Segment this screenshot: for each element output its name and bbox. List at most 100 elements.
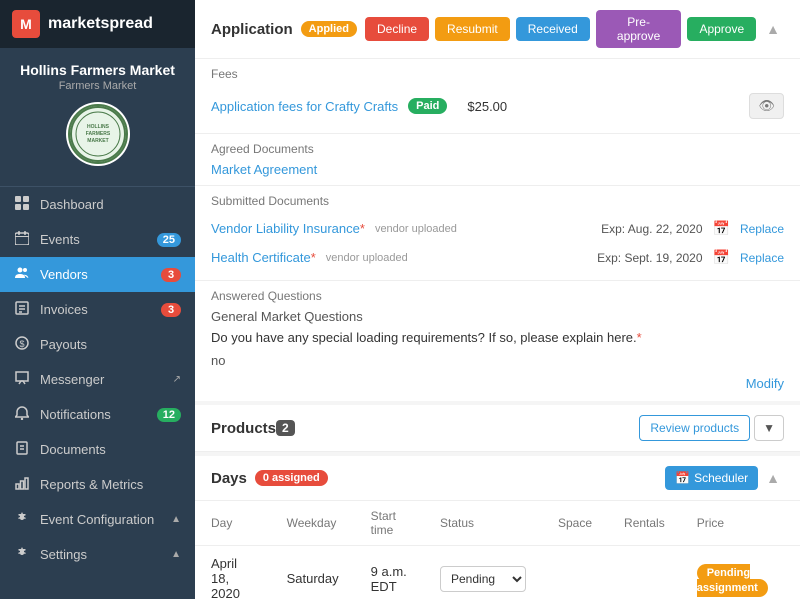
days-collapse-button[interactable]: ▲ <box>762 470 784 486</box>
documents-label: Documents <box>40 442 181 457</box>
answer-text: no <box>211 349 784 372</box>
messenger-label: Messenger <box>40 372 163 387</box>
reports-icon <box>14 476 30 493</box>
fees-label: Fees <box>211 67 784 81</box>
svg-text:$: $ <box>19 339 24 349</box>
sidebar-item-notifications[interactable]: Notifications 12 <box>0 397 195 432</box>
row-price: Pending assignment <box>681 546 800 599</box>
col-day: Day <box>195 501 271 546</box>
sidebar-item-events[interactable]: Events 25 <box>0 222 195 257</box>
fee-name-link[interactable]: Application fees for Crafty Crafts <box>211 99 398 114</box>
sidebar: M marketspread Hollins Farmers Market Fa… <box>0 0 195 599</box>
row-status: Pending Approved Declined <box>424 546 542 599</box>
sidebar-header: M marketspread <box>0 0 195 48</box>
decline-button[interactable]: Decline <box>365 17 429 41</box>
dashboard-label: Dashboard <box>40 197 181 212</box>
settings-label: Settings <box>40 547 161 562</box>
col-rentals: Rentals <box>608 501 681 546</box>
scheduler-button[interactable]: 📅 Scheduler <box>665 466 758 490</box>
svg-text:HOLLINS: HOLLINS <box>87 124 110 130</box>
question-text: Do you have any special loading requirem… <box>211 330 784 345</box>
vendors-label: Vendors <box>40 267 151 282</box>
market-subtitle: Farmers Market <box>12 80 183 92</box>
col-weekday: Weekday <box>271 501 355 546</box>
application-section: Application Applied Decline Resubmit Rec… <box>195 0 800 401</box>
sidebar-item-event-config[interactable]: Event Configuration ▲ <box>0 502 195 537</box>
submitted-docs-label: Submitted Documents <box>211 194 784 208</box>
event-config-label: Event Configuration <box>40 512 161 527</box>
payouts-label: Payouts <box>40 337 181 352</box>
sidebar-item-invoices[interactable]: Invoices 3 <box>0 292 195 327</box>
application-actions: Decline Resubmit Received Pre-approve Ap… <box>365 10 784 48</box>
fees-section: Fees Application fees for Crafty Crafts … <box>195 59 800 134</box>
row-day: April 18, 2020 <box>195 546 271 599</box>
answered-questions-label: Answered Questions <box>211 289 784 303</box>
market-agreement-link[interactable]: Market Agreement <box>211 162 317 177</box>
questions-group-label: General Market Questions <box>211 309 784 324</box>
days-section: Days 0 assigned 📅 Scheduler ▲ Day Weekda… <box>195 456 800 599</box>
vendors-badge: 3 <box>161 268 181 282</box>
pending-assignment-badge: Pending assignment <box>697 564 768 597</box>
col-status: Status <box>424 501 542 546</box>
calendar-icon-0[interactable]: 📅 <box>713 220 730 237</box>
application-title: Application <box>211 21 293 38</box>
table-row: April 18, 2020 Saturday 9 a.m. EDT Pendi… <box>195 546 800 599</box>
review-products-button[interactable]: Review products <box>639 415 750 441</box>
external-link-icon: ↗ <box>173 374 181 385</box>
sidebar-item-payouts[interactable]: $ Payouts <box>0 327 195 362</box>
preapprove-button[interactable]: Pre-approve <box>596 10 682 48</box>
sidebar-item-messenger[interactable]: Messenger ↗ <box>0 362 195 397</box>
row-rentals <box>608 546 681 599</box>
scheduler-label: Scheduler <box>694 471 748 485</box>
documents-icon <box>14 441 30 458</box>
svg-text:MARKET: MARKET <box>87 138 108 144</box>
status-select[interactable]: Pending Approved Declined <box>440 566 526 592</box>
approve-button[interactable]: Approve <box>687 17 756 41</box>
doc-name-1[interactable]: Health Certificate* <box>211 250 316 265</box>
col-price: Price <box>681 501 800 546</box>
events-label: Events <box>40 232 147 247</box>
days-title: Days <box>211 470 247 487</box>
invoices-label: Invoices <box>40 302 151 317</box>
application-collapse-button[interactable]: ▲ <box>762 21 784 37</box>
reports-label: Reports & Metrics <box>40 477 181 492</box>
doc-name-0[interactable]: Vendor Liability Insurance* <box>211 221 365 236</box>
modify-button[interactable]: Modify <box>746 376 784 391</box>
products-chevron-button[interactable]: ▼ <box>754 415 784 441</box>
sidebar-item-settings[interactable]: Settings ▲ <box>0 537 195 572</box>
row-weekday: Saturday <box>271 546 355 599</box>
sidebar-item-reports[interactable]: Reports & Metrics <box>0 467 195 502</box>
app-name: marketspread <box>48 15 153 33</box>
col-space: Space <box>542 501 608 546</box>
events-badge: 25 <box>157 233 181 247</box>
replace-link-0[interactable]: Replace <box>740 222 784 236</box>
products-count-badge: 2 <box>276 420 295 436</box>
application-status-badge: Applied <box>301 21 357 37</box>
market-logo: HOLLINS FARMERS MARKET <box>66 102 130 166</box>
invoices-badge: 3 <box>161 303 181 317</box>
sidebar-item-vendors[interactable]: Vendors 3 <box>0 257 195 292</box>
replace-link-1[interactable]: Replace <box>740 251 784 265</box>
market-logo-inner: HOLLINS FARMERS MARKET <box>68 104 128 164</box>
main-content: Application Applied Decline Resubmit Rec… <box>195 0 800 599</box>
sidebar-item-documents[interactable]: Documents <box>0 432 195 467</box>
resubmit-button[interactable]: Resubmit <box>435 17 510 41</box>
view-fee-button[interactable]: 👁 <box>749 93 784 119</box>
market-info: Hollins Farmers Market Farmers Market HO… <box>0 48 195 187</box>
fee-row: Application fees for Crafty Crafts Paid … <box>211 87 784 125</box>
event-config-icon <box>14 511 30 528</box>
agreed-docs-label: Agreed Documents <box>211 142 784 156</box>
fee-status-badge: Paid <box>408 98 447 114</box>
products-section: Products 2 Review products ▼ <box>195 405 800 452</box>
notifications-label: Notifications <box>40 407 147 422</box>
calendar-icon-1[interactable]: 📅 <box>713 249 730 266</box>
received-button[interactable]: Received <box>516 17 590 41</box>
fee-amount: $25.00 <box>467 99 507 114</box>
notifications-badge: 12 <box>157 408 181 422</box>
market-name: Hollins Farmers Market <box>12 62 183 78</box>
days-assigned-badge: 0 assigned <box>255 470 328 486</box>
invoices-icon <box>14 301 30 318</box>
col-start-time: Start time <box>355 501 424 546</box>
vendors-icon <box>14 266 30 283</box>
sidebar-item-dashboard[interactable]: Dashboard <box>0 187 195 222</box>
